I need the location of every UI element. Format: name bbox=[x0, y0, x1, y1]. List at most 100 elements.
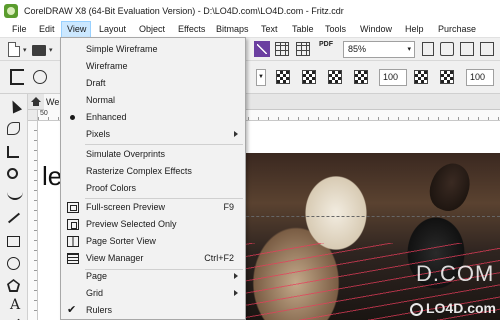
open-folder-icon[interactable] bbox=[32, 45, 46, 56]
transparency-pattern-icon[interactable] bbox=[354, 70, 368, 84]
view-manager-icon bbox=[67, 253, 79, 264]
menu-item-label: View Manager bbox=[86, 253, 144, 263]
vertical-ruler[interactable] bbox=[28, 121, 38, 320]
menu-item-label: Rulers bbox=[86, 305, 113, 315]
coreldraw-app-icon[interactable] bbox=[4, 3, 18, 18]
menu-item-label: Grid bbox=[86, 288, 104, 298]
pick-tool-icon[interactable] bbox=[7, 98, 23, 116]
menu-item-full-screen-preview[interactable]: Full-screen Preview F9 bbox=[62, 199, 244, 216]
menu-item-pixels[interactable]: Pixels bbox=[62, 126, 244, 143]
chevron-down-icon[interactable]: ▾ bbox=[49, 46, 53, 54]
text-tool-icon[interactable]: A bbox=[7, 297, 23, 313]
menu-window[interactable]: Window bbox=[356, 21, 398, 38]
menu-layout[interactable]: Layout bbox=[95, 21, 133, 38]
home-icon[interactable] bbox=[31, 97, 41, 106]
zoom-value: 85% bbox=[348, 44, 367, 54]
menu-object[interactable]: Object bbox=[135, 21, 171, 38]
table-icon[interactable] bbox=[275, 42, 289, 56]
menu-item-normal[interactable]: Normal bbox=[62, 92, 244, 109]
menu-item-rasterize-complex-effects[interactable]: Rasterize Complex Effects bbox=[62, 163, 244, 180]
menu-item-label: Enhanced bbox=[86, 112, 127, 122]
menu-item-proof-colors[interactable]: Proof Colors bbox=[62, 180, 244, 197]
app-launcher-icon[interactable] bbox=[480, 42, 494, 56]
zoom-level-select[interactable]: 85% ▾ bbox=[343, 41, 415, 58]
window-title: CorelDRAW X8 (64-Bit Evaluation Version)… bbox=[24, 5, 344, 16]
menu-item-shortcut: Ctrl+F2 bbox=[204, 253, 234, 263]
menu-item-label: Page Sorter View bbox=[86, 236, 156, 246]
chevron-down-icon[interactable]: ▾ bbox=[23, 46, 27, 54]
transparency-pattern-icon[interactable] bbox=[302, 70, 316, 84]
zoom-tool-icon[interactable] bbox=[7, 168, 18, 179]
menu-item-grid[interactable]: Grid bbox=[62, 285, 244, 302]
rectangle-tool-icon[interactable] bbox=[7, 236, 20, 247]
submenu-arrow-icon bbox=[234, 273, 238, 279]
menu-item-label: Simulate Overprints bbox=[86, 149, 166, 159]
export-icon[interactable] bbox=[296, 42, 310, 56]
freehand-tool-icon[interactable] bbox=[7, 190, 23, 200]
options-icon[interactable] bbox=[460, 42, 474, 56]
lo4d-logo: LO4D.com bbox=[409, 300, 496, 316]
view-menu-dropdown: Simple Wireframe Wireframe Draft Normal … bbox=[60, 37, 246, 320]
import-icon[interactable] bbox=[254, 41, 270, 57]
page-sorter-icon bbox=[67, 236, 79, 247]
menu-view[interactable]: View bbox=[61, 20, 91, 38]
menu-item-label: Wireframe bbox=[86, 61, 128, 71]
menu-table[interactable]: Table bbox=[288, 21, 318, 38]
shape-tool-icon[interactable] bbox=[7, 122, 20, 135]
crop-tool-icon[interactable] bbox=[7, 146, 19, 158]
menu-item-page-sorter-view[interactable]: Page Sorter View bbox=[62, 233, 244, 250]
artistic-media-tool-icon[interactable] bbox=[7, 210, 23, 226]
cat-photo[interactable]: D.COM LO4D.com bbox=[216, 153, 500, 320]
ruler-label: 50 bbox=[40, 110, 48, 117]
menu-file[interactable]: File bbox=[6, 21, 32, 38]
menu-item-label: Pixels bbox=[86, 129, 111, 139]
menu-item-rulers[interactable]: ✔ Rulers bbox=[62, 302, 244, 319]
transparency-pattern-icon[interactable] bbox=[414, 70, 428, 84]
menu-edit[interactable]: Edit bbox=[33, 21, 59, 38]
ellipse-tool-icon[interactable] bbox=[7, 257, 20, 270]
transparency-input-2[interactable]: 100 bbox=[466, 69, 494, 86]
menu-item-view-manager[interactable]: View Manager Ctrl+F2 bbox=[62, 250, 244, 267]
menu-item-draft[interactable]: Draft bbox=[62, 75, 244, 92]
ruler-origin[interactable] bbox=[28, 110, 38, 121]
menu-item-preview-selected-only[interactable]: Preview Selected Only bbox=[62, 216, 244, 233]
full-screen-icon[interactable] bbox=[422, 42, 434, 56]
lo4d-logo-icon bbox=[409, 302, 423, 316]
full-screen-preview-icon bbox=[67, 202, 79, 213]
menu-text[interactable]: Text bbox=[257, 21, 283, 38]
menu-separator bbox=[85, 144, 243, 145]
menu-item-simulate-overprints[interactable]: Simulate Overprints bbox=[62, 146, 244, 163]
submenu-arrow-icon bbox=[234, 131, 238, 137]
pdf-icon[interactable]: PDF bbox=[318, 41, 334, 57]
watermark-text: D.COM bbox=[416, 261, 495, 286]
menu-item-page[interactable]: Page bbox=[62, 268, 244, 285]
menu-item-label: Proof Colors bbox=[86, 183, 137, 193]
dimension-tool-icon[interactable] bbox=[7, 316, 23, 320]
polygon-tool-icon[interactable] bbox=[7, 279, 20, 292]
transparency-pattern-icon[interactable] bbox=[276, 70, 290, 84]
menu-item-label: Preview Selected Only bbox=[86, 219, 177, 229]
radio-bullet-icon bbox=[70, 115, 75, 120]
toolbox: A bbox=[0, 94, 28, 320]
checkmark-icon: ✔ bbox=[67, 304, 77, 316]
menu-bar: File Edit View Layout Object Effects Bit… bbox=[0, 20, 500, 38]
menu-item-simple-wireframe[interactable]: Simple Wireframe bbox=[62, 41, 244, 58]
menu-effects[interactable]: Effects bbox=[174, 21, 212, 38]
menu-tools[interactable]: Tools bbox=[321, 21, 353, 38]
snap-to-icon[interactable] bbox=[440, 42, 454, 56]
transparency-pattern-icon[interactable] bbox=[328, 70, 342, 84]
menu-item-wireframe[interactable]: Wireframe bbox=[62, 58, 244, 75]
transparency-input[interactable]: 100 bbox=[379, 69, 407, 86]
menu-item-label: Full-screen Preview bbox=[86, 202, 166, 212]
menu-bitmaps[interactable]: Bitmaps bbox=[212, 21, 256, 38]
menu-item-label: Normal bbox=[86, 95, 116, 105]
menu-help[interactable]: Help bbox=[401, 21, 431, 38]
transparency-pattern-icon[interactable] bbox=[440, 70, 454, 84]
new-document-icon[interactable] bbox=[8, 42, 20, 57]
menu-item-enhanced[interactable]: Enhanced bbox=[62, 109, 244, 126]
transparency-value: 100 bbox=[383, 72, 399, 82]
object-origin-icon[interactable] bbox=[33, 70, 47, 84]
menu-purchase[interactable]: Purchase bbox=[434, 21, 480, 38]
chevron-down-icon[interactable]: ▼ bbox=[256, 69, 266, 86]
bracket-icon[interactable] bbox=[10, 69, 24, 85]
